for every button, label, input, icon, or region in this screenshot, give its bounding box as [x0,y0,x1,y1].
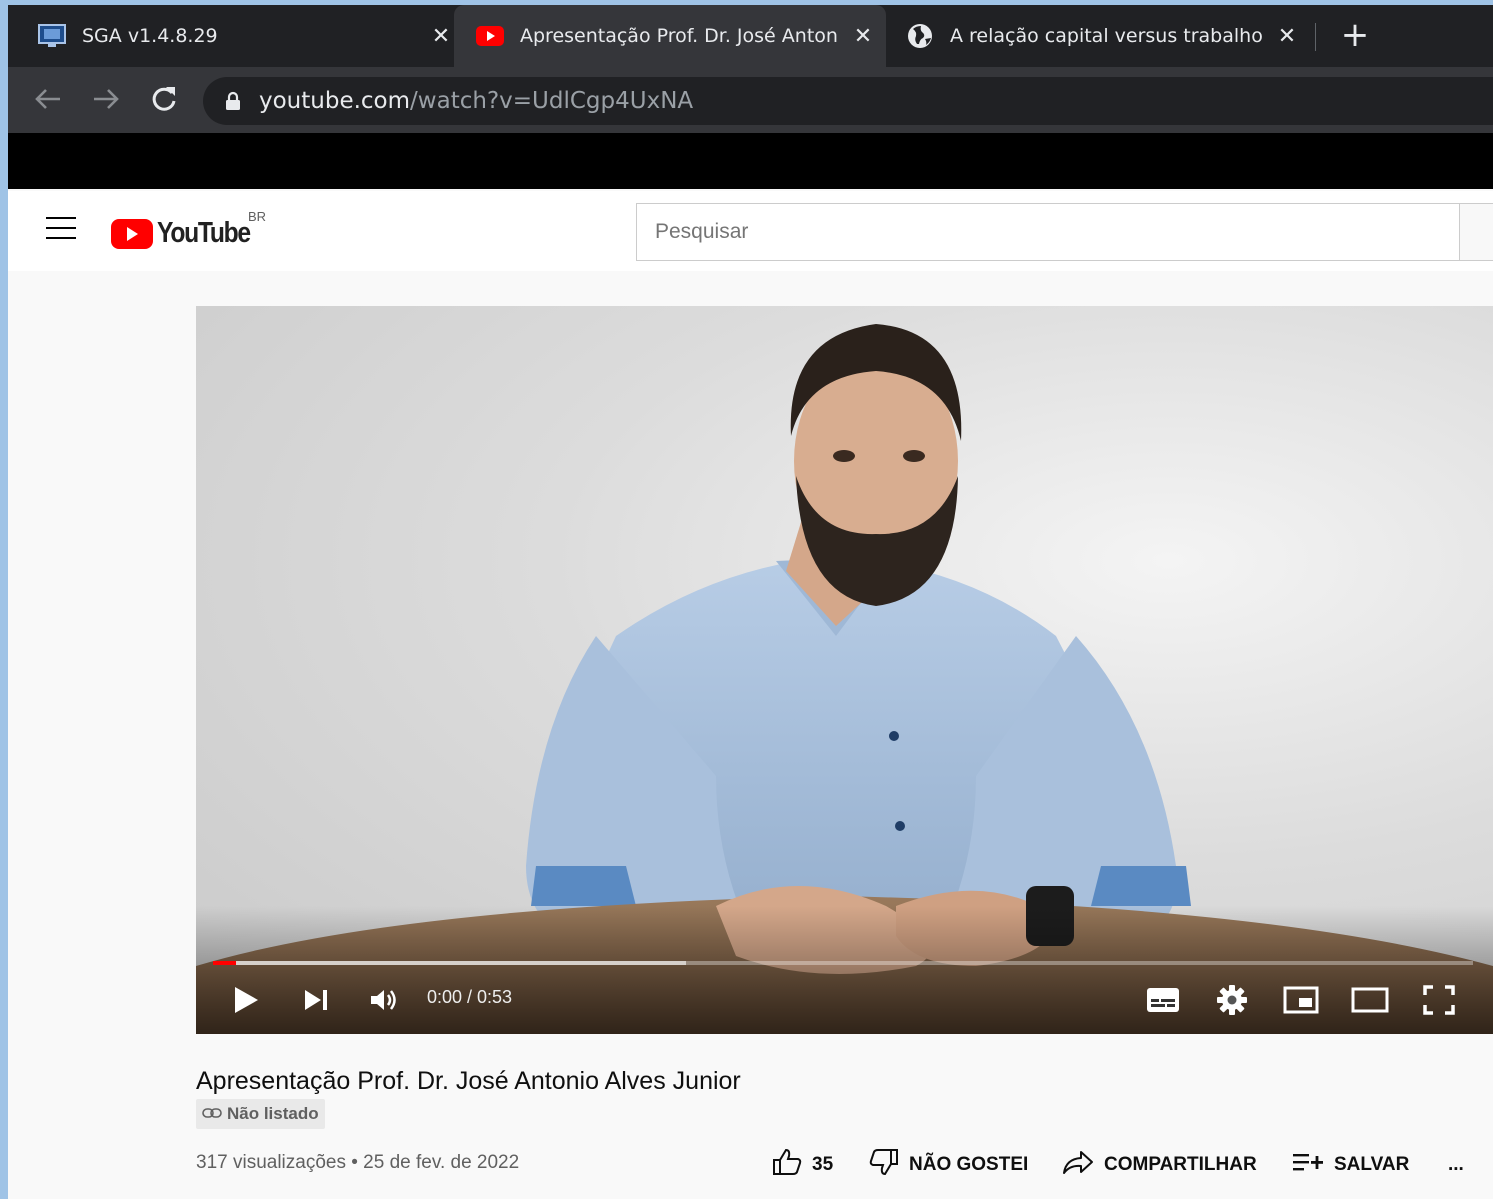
share-label: COMPARTILHAR [1104,1154,1257,1175]
tab-strip: SGA v1.4.8.29 ✕ Apresentação Prof. Dr. J… [8,5,1493,67]
playlist-add-icon [1292,1151,1324,1179]
close-tab-icon[interactable]: ✕ [848,21,878,51]
settings-gear-icon[interactable] [1212,980,1252,1020]
forward-arrow-icon[interactable] [88,81,124,117]
youtube-icon [476,22,504,50]
share-button[interactable]: COMPARTILHAR [1062,1145,1257,1185]
thumbs-down-icon [869,1148,899,1182]
progress-buffered [213,961,686,965]
new-tab-button[interactable]: + [1338,18,1372,53]
close-tab-icon[interactable]: ✕ [426,21,456,51]
black-banner [8,133,1493,189]
fullscreen-icon[interactable] [1419,980,1459,1020]
lock-icon [225,91,241,111]
theater-mode-icon[interactable] [1350,980,1390,1020]
views-and-date: 317 visualizações • 25 de fev. de 2022 [196,1152,520,1173]
volume-icon[interactable] [364,980,404,1020]
search-button[interactable] [1460,203,1493,261]
tab-title: A relação capital versus trabalho [950,25,1262,47]
youtube-header: YouTube BR Pesquisar [8,191,1493,271]
close-tab-icon[interactable]: ✕ [1272,21,1302,51]
youtube-logo-text: YouTube [157,217,251,249]
video-frame [196,324,1493,1034]
reload-icon[interactable] [146,81,182,117]
save-button[interactable]: SALVAR [1292,1145,1409,1185]
url-host: youtube.com [259,88,411,114]
back-arrow-icon[interactable] [30,81,66,117]
play-icon[interactable] [226,980,266,1020]
miniplayer-icon[interactable] [1281,980,1321,1020]
progress-played [213,961,236,965]
progress-bar[interactable] [213,961,1473,965]
link-icon [202,1104,222,1124]
share-icon [1062,1149,1094,1181]
visibility-label: Não listado [227,1104,319,1123]
dislike-button[interactable]: NÃO GOSTEI [869,1145,1028,1185]
video-player[interactable]: 0:00 / 0:53 [196,306,1493,1034]
browser-toolbar: youtube.com/watch?v=UdlCgp4UxNA [8,67,1493,133]
subtitles-icon[interactable] [1143,980,1183,1020]
globe-icon [906,22,934,50]
more-actions-button[interactable]: ... [1448,1145,1464,1185]
thumbs-up-icon [772,1148,802,1182]
like-count: 35 [812,1154,834,1175]
address-bar[interactable]: youtube.com/watch?v=UdlCgp4UxNA [203,77,1493,125]
tab-separator [1315,23,1316,51]
tab-title: SGA v1.4.8.29 [82,25,218,47]
monitor-icon [38,22,66,50]
time-display: 0:00 / 0:53 [427,987,513,1007]
like-button[interactable]: 35 [772,1145,833,1185]
tab-title: Apresentação Prof. Dr. José Antonio Alve… [520,25,838,47]
dislike-label: NÃO GOSTEI [909,1154,1029,1175]
menu-icon[interactable] [46,217,76,241]
tab-capital-trabalho[interactable]: A relação capital versus trabalho ✕ [906,5,1302,67]
url-path: /watch?v=UdlCgp4UxNA [410,88,694,114]
search-input[interactable]: Pesquisar [636,203,1460,261]
browser-window: SGA v1.4.8.29 ✕ Apresentação Prof. Dr. J… [8,5,1493,1199]
more-horizontal-icon: ... [1448,1154,1464,1175]
visibility-badge: Não listado [196,1099,325,1129]
country-code: BR [248,209,267,224]
save-label: SALVAR [1334,1154,1410,1175]
next-icon[interactable] [296,980,336,1020]
video-title: Apresentação Prof. Dr. José Antonio Alve… [196,1067,741,1095]
tab-youtube[interactable]: Apresentação Prof. Dr. José Antonio Alve… [454,5,886,67]
youtube-play-logo-icon [111,218,153,249]
youtube-logo[interactable]: YouTube BR [111,209,266,250]
tab-sga[interactable]: SGA v1.4.8.29 ✕ [38,5,456,67]
